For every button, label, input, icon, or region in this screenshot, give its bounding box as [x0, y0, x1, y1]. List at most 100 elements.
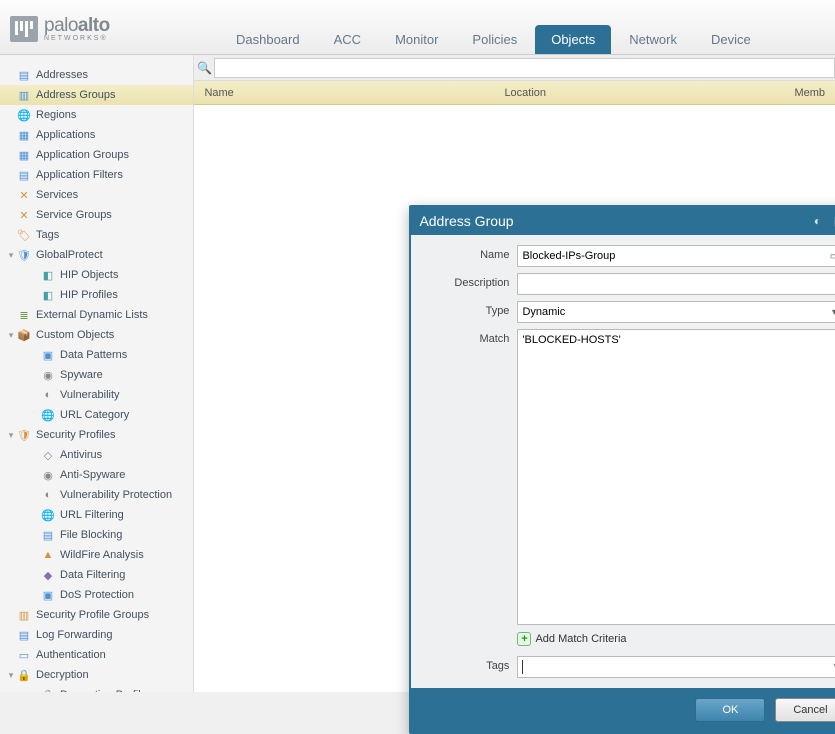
sidebar-item-security-profiles[interactable]: ▾🛡Security Profiles — [0, 425, 193, 445]
twisty-icon[interactable]: ▾ — [6, 430, 16, 441]
sidebar-item-regions[interactable]: 🌐Regions — [0, 105, 193, 125]
label-description: Description — [421, 273, 517, 295]
sidebar-item-label: DoS Protection — [60, 589, 134, 601]
twisty-icon[interactable]: ▾ — [6, 670, 16, 681]
sidebar-item-external-dynamic-lists[interactable]: ≣External Dynamic Lists — [0, 305, 193, 325]
filter-icon: ▤ — [16, 167, 32, 183]
sidebar-item-label: Service Groups — [36, 209, 112, 221]
sidebar-item-vulnerability[interactable]: ◐Vulnerability — [0, 385, 193, 405]
type-select[interactable] — [517, 301, 835, 323]
sidebar-item-address-groups[interactable]: ▥Address Groups — [0, 85, 193, 105]
sidebar-item-label: Authentication — [36, 649, 106, 661]
tab-acc[interactable]: ACC — [318, 25, 377, 54]
file-icon: ▤ — [40, 527, 56, 543]
sidebar-item-log-forwarding[interactable]: ▤Log Forwarding — [0, 625, 193, 645]
av-icon: ◇ — [40, 447, 56, 463]
card-icon[interactable]: ▭ — [826, 248, 835, 264]
tab-network[interactable]: Network — [613, 25, 693, 54]
bug-icon: ◉ — [40, 367, 56, 383]
sidebar-item-application-filters[interactable]: ▤ Application Filters — [0, 165, 193, 185]
sidebar-item-url-filtering[interactable]: 🌐URL Filtering — [0, 505, 193, 525]
sidebar-item-custom-objects[interactable]: ▾📦 Custom Objects — [0, 325, 193, 345]
expand-icon[interactable]: ▣ — [831, 213, 835, 229]
tags-select[interactable]: ▾ — [517, 656, 835, 678]
tab-device[interactable]: Device — [695, 25, 767, 54]
address-icon: ▤ — [16, 67, 32, 83]
sidebar-item-vulnerability-protection[interactable]: ◐Vulnerability Protection — [0, 485, 193, 505]
col-name[interactable]: Name — [194, 87, 494, 99]
group-icon: ▥ — [16, 607, 32, 623]
cancel-button[interactable]: Cancel — [775, 698, 835, 722]
add-match-label: Add Match Criteria — [535, 633, 626, 645]
auth-icon: ▭ — [16, 647, 32, 663]
add-match-criteria-link[interactable]: + Add Match Criteria — [517, 628, 835, 650]
box-icon: 📦 — [16, 327, 32, 343]
dialog-title: Address Group — [419, 213, 513, 229]
label-name: Name — [421, 245, 517, 267]
col-location[interactable]: Location — [494, 87, 784, 99]
sidebar-item-antivirus[interactable]: ◇Antivirus — [0, 445, 193, 465]
search-input[interactable] — [214, 58, 835, 78]
tab-monitor[interactable]: Monitor — [379, 25, 454, 54]
label-match: Match — [421, 329, 517, 650]
sidebar-item-label: Anti-Spyware — [60, 469, 125, 481]
url-icon: 🌐 — [40, 507, 56, 523]
description-input[interactable] — [517, 273, 835, 295]
sidebar-item-applications[interactable]: ▦Applications — [0, 125, 193, 145]
sidebar-item-spyware[interactable]: ◉ Spyware — [0, 365, 193, 385]
sidebar-item-anti-spyware[interactable]: ◉Anti-Spyware — [0, 465, 193, 485]
sidebar-item-hip-profiles[interactable]: ◧HIP Profiles — [0, 285, 193, 305]
sidebar-item-label: Data Patterns — [60, 349, 127, 361]
sidebar-item-service-groups[interactable]: ✕ Service Groups — [0, 205, 193, 225]
sidebar-item-label: Custom Objects — [36, 329, 114, 341]
twisty-icon[interactable]: ▾ — [6, 330, 16, 341]
tab-policies[interactable]: Policies — [456, 25, 533, 54]
sidebar-item-label: Decryption — [36, 669, 89, 681]
sidebar-item-wildfire-analysis[interactable]: ▲WildFire Analysis — [0, 545, 193, 565]
ok-button[interactable]: OK — [695, 698, 765, 722]
sidebar-item-label: URL Category — [60, 409, 129, 421]
sidebar-item-file-blocking[interactable]: ▤File Blocking — [0, 525, 193, 545]
tab-objects[interactable]: Objects — [535, 25, 611, 54]
plus-icon: + — [517, 632, 531, 646]
sidebar-item-data-patterns[interactable]: ▣Data Patterns — [0, 345, 193, 365]
lock-icon: 🔒 — [40, 687, 56, 692]
tab-dashboard[interactable]: Dashboard — [220, 25, 316, 54]
help-icon[interactable]: ◐ — [809, 213, 825, 229]
sidebar-item-decryption[interactable]: ▾🔒Decryption — [0, 665, 193, 685]
sidebar-item-authentication[interactable]: ▭ Authentication — [0, 645, 193, 665]
main-tabs: DashboardACCMonitorPoliciesObjectsNetwor… — [220, 0, 769, 54]
sidebar-item-services[interactable]: ✕ Services — [0, 185, 193, 205]
wrench-icon: ✕ — [16, 207, 32, 223]
name-input[interactable] — [517, 245, 835, 267]
sidebar-item-url-category[interactable]: 🌐URL Category — [0, 405, 193, 425]
sidebar-item-label: WildFire Analysis — [60, 549, 144, 561]
sidebar-item-label: Application Filters — [36, 169, 123, 181]
sidebar-item-dos-protection[interactable]: ▣DoS Protection — [0, 585, 193, 605]
chevron-down-icon[interactable]: ▾ — [826, 304, 835, 320]
dialog-titlebar[interactable]: Address Group ◐ ▣ — [409, 205, 835, 235]
sidebar-item-label: Applications — [36, 129, 95, 141]
vuln-icon: ◐ — [40, 387, 56, 403]
sidebar-item-tags[interactable]: 🏷Tags — [0, 225, 193, 245]
logo-mark-icon — [10, 16, 38, 42]
wrench-icon: ✕ — [16, 187, 32, 203]
sidebar-item-decryption-profile[interactable]: 🔒Decryption Profile — [0, 685, 193, 692]
sidebar-item-label: Spyware — [60, 369, 103, 381]
col-members[interactable]: Memb — [784, 87, 835, 99]
twisty-icon[interactable]: ▾ — [6, 250, 16, 261]
sidebar-item-security-profile-groups[interactable]: ▥Security Profile Groups — [0, 605, 193, 625]
match-textarea[interactable]: 'BLOCKED-HOSTS' — [517, 329, 835, 625]
sidebar-item-data-filtering[interactable]: ◆Data Filtering — [0, 565, 193, 585]
table-header: Name Location Memb — [194, 81, 835, 105]
log-icon: ▤ — [16, 627, 32, 643]
sidebar-nav: ▤Addresses▥Address Groups🌐Regions▦Applic… — [0, 55, 194, 692]
sidebar-item-addresses[interactable]: ▤Addresses — [0, 65, 193, 85]
sidebar-item-label: HIP Profiles — [60, 289, 118, 301]
data-icon: ◆ — [40, 567, 56, 583]
brand-subtext: NETWORKS® — [44, 35, 110, 42]
sidebar-item-globalprotect[interactable]: ▾🛡GlobalProtect — [0, 245, 193, 265]
sidebar-item-label: Services — [36, 189, 78, 201]
sidebar-item-application-groups[interactable]: ▦Application Groups — [0, 145, 193, 165]
sidebar-item-hip-objects[interactable]: ◧HIP Objects — [0, 265, 193, 285]
